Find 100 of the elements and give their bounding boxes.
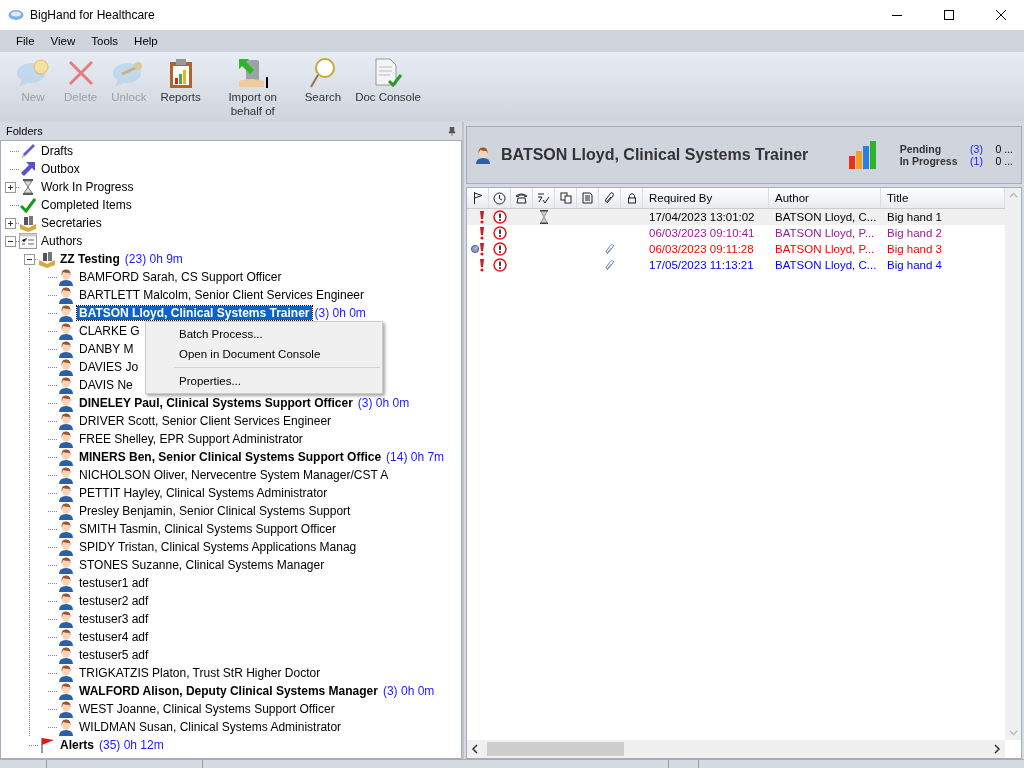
tree-item[interactable]: Authors	[39, 234, 85, 248]
toolbar-button[interactable]: Doc Console	[349, 52, 427, 104]
person-icon	[58, 340, 74, 358]
person-icon	[58, 286, 74, 304]
clipboard-chart-icon	[167, 57, 194, 89]
tree-item[interactable]: ZZ Testing	[58, 252, 122, 266]
tree-item[interactable]: BAMFORD Sarah, CS Support Officer	[77, 270, 284, 284]
telephone-icon	[515, 192, 528, 204]
table-row[interactable]: 17/05/2023 11:13:21 BATSON Lloyd, C... Big hand 4	[467, 257, 1005, 273]
table-row[interactable]: 06/03/2023 09:10:41 BATSON Lloyd, P... Big hand 2	[467, 225, 1005, 241]
exclamation-icon	[479, 226, 485, 240]
tree-item[interactable]: Outbox	[39, 162, 82, 176]
stat-count[interactable]: (3)	[961, 143, 992, 155]
item-count: (3) 0h 0m	[314, 306, 366, 320]
pin-icon[interactable]	[448, 126, 456, 136]
tree-item[interactable]: testuser1 adf	[77, 576, 151, 590]
tree-item[interactable]: MINERS Ben, Senior Clinical Systems Support Office	[77, 450, 384, 464]
tree-item[interactable]: Presley Benjamin, Senior Clinical Systems Support	[77, 504, 353, 518]
menu-item[interactable]: Help	[126, 35, 166, 47]
tree-item[interactable]: DINELEY Paul, Clinical Systems Support Officer	[77, 396, 355, 410]
tree-item[interactable]: FREE Shelley, EPR Support Administrator	[77, 432, 305, 446]
tree-item[interactable]: CLARKE G	[77, 324, 142, 338]
tree-item[interactable]: Work In Progress	[39, 180, 136, 194]
tree-item[interactable]: WILDMAN Susan, Clinical Systems Administrator	[77, 720, 344, 734]
person-icon	[58, 664, 74, 682]
tree-item[interactable]: DANBY M	[77, 342, 136, 356]
tree-item[interactable]: NICHOLSON Oliver, Nervecentre System Manager/CST A	[77, 468, 391, 482]
tree-item[interactable]: PETTIT Hayley, Clinical Systems Administrator	[77, 486, 330, 500]
document-icon	[582, 192, 593, 204]
person-icon	[58, 412, 74, 430]
document-check-icon	[372, 57, 405, 89]
table-row[interactable]: 17/04/2023 13:01:02 BATSON Lloyd, C... Big hand 1	[467, 209, 1005, 225]
person-icon	[58, 484, 74, 502]
menu-item[interactable]: View	[42, 35, 84, 47]
toolbar-button[interactable]: Search	[298, 52, 348, 104]
person-icon	[58, 466, 74, 484]
exclamation-icon	[479, 210, 485, 224]
alarm-icon	[493, 258, 507, 272]
column-header[interactable]: Required By	[643, 188, 769, 208]
table-cell-text: Big hand 4	[886, 258, 943, 273]
item-count: (3) 0h 0m	[357, 396, 410, 410]
item-count: (3) 0h 0m	[382, 684, 435, 698]
person-icon	[58, 700, 74, 718]
person-icon	[58, 430, 74, 448]
table-cell-text: Big hand 2	[886, 226, 943, 241]
tree-item[interactable]: testuser2 adf	[77, 594, 151, 608]
person-icon	[58, 520, 74, 538]
table-cell-text: Big hand 1	[886, 210, 943, 225]
table-cell-text: BATSON Lloyd, C...	[774, 258, 878, 273]
flag-icon	[472, 192, 483, 204]
menu-item[interactable]: Tools	[83, 35, 127, 47]
person-icon	[58, 304, 74, 322]
alarm-icon	[493, 242, 507, 256]
window-title: BigHand for Healthcare	[30, 8, 156, 22]
toolbar-button[interactable]: Import on behalf of	[208, 52, 297, 118]
scroll-right-icon[interactable]	[993, 744, 1001, 754]
copy-icon	[559, 192, 572, 204]
table-cell-text: 17/05/2023 11:13:21	[648, 258, 755, 273]
tree-item[interactable]: WALFORD Alison, Deputy Clinical Systems Manager	[77, 684, 380, 698]
tree-item[interactable]: testuser4 adf	[77, 630, 151, 644]
expander-icon[interactable]	[4, 181, 16, 193]
table-cell-text: BATSON Lloyd, P...	[774, 226, 876, 241]
tree-item[interactable]: SPIDY Tristan, Clinical Systems Applications Manag	[77, 540, 359, 554]
tree-item[interactable]: TRIGKATZIS Platon, Trust StR Higher Doctor	[77, 666, 323, 680]
tree-item[interactable]: testuser5 adf	[77, 648, 151, 662]
tree-item[interactable]: testuser3 adf	[77, 612, 151, 626]
table-row[interactable]: 06/03/2023 09:11:28 BATSON Lloyd, P... Big hand 3	[467, 241, 1005, 257]
stat-label: In Progress	[899, 155, 958, 167]
person-icon	[58, 358, 74, 376]
tree-item[interactable]: Secretaries	[39, 216, 104, 230]
menu-item[interactable]: File	[8, 35, 43, 47]
stat-count[interactable]: (1)	[961, 155, 992, 167]
menu-item[interactable]: Open in Document Console	[146, 344, 382, 364]
hourglass-icon	[20, 179, 36, 195]
tree-item[interactable]: DRIVER Scott, Senior Client Services Engineer	[77, 414, 334, 428]
tree-item[interactable]: Drafts	[39, 144, 75, 158]
tree-item[interactable]: DAVIES Jo	[77, 360, 141, 374]
tree-item[interactable]: Completed Items	[39, 198, 134, 212]
menu-item[interactable]: Properties...	[146, 371, 382, 391]
stat-label: Pending	[899, 143, 943, 155]
expander-icon[interactable]	[4, 217, 16, 229]
item-count: (35) 0h 12m	[99, 738, 164, 752]
expander-icon[interactable]	[23, 253, 35, 265]
expander-icon[interactable]	[4, 235, 16, 247]
signature-check-icon	[537, 192, 550, 204]
tree-item[interactable]: DAVIS Ne	[77, 378, 135, 392]
table-cell-text: 17/04/2023 13:01:02	[648, 210, 756, 225]
tree-item[interactable]: SMITH Tasmin, Clinical Systems Support Officer	[77, 522, 338, 536]
tree-item[interactable]: BARTLETT Malcolm, Senior Client Services Engineer	[77, 288, 366, 302]
horizontal-scrollbar[interactable]	[467, 740, 1005, 758]
tree-item[interactable]: BATSON Lloyd, Clinical Systems Trainer	[77, 306, 312, 320]
scroll-left-icon[interactable]	[471, 744, 479, 754]
tree-item[interactable]: STONES Suzanne, Clinical Systems Manager	[77, 558, 327, 572]
arrow-icon	[20, 161, 36, 177]
tree-item[interactable]: Alerts	[58, 738, 96, 752]
column-header[interactable]: Author	[769, 188, 881, 208]
person-icon	[58, 322, 74, 340]
tree-item[interactable]: WEST Joanne, Clinical Systems Support Officer	[77, 702, 337, 716]
menu-item[interactable]: Batch Process...	[146, 324, 382, 344]
toolbar-button[interactable]: Reports	[154, 52, 207, 104]
